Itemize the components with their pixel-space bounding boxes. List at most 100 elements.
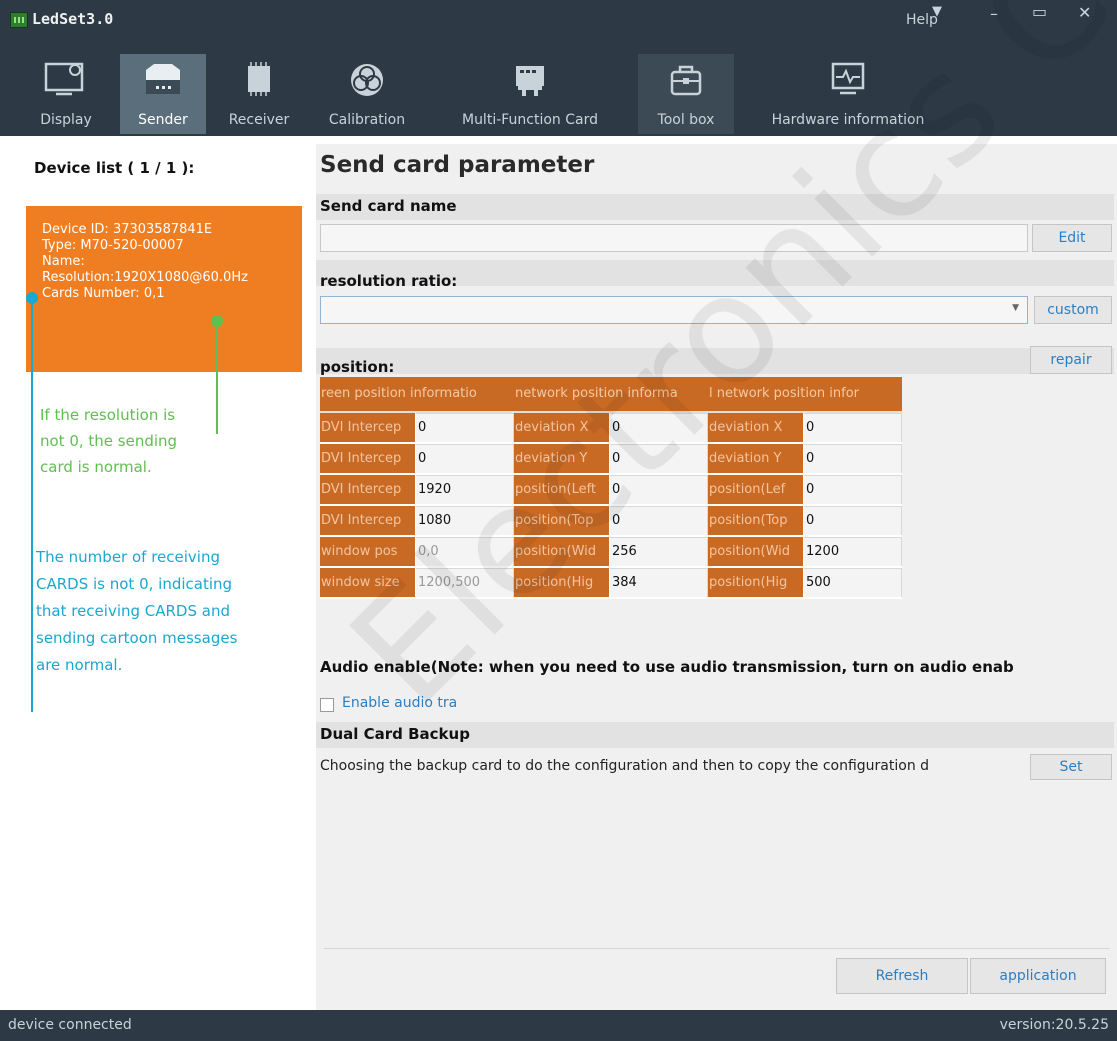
send-card-name-section: Send card name [316, 194, 1114, 220]
position-value-input[interactable]: 0 [804, 475, 902, 504]
position-value-input[interactable]: 256 [610, 537, 708, 566]
set-button[interactable]: Set [1030, 754, 1112, 780]
application-button[interactable]: application [970, 958, 1106, 994]
close-button[interactable]: ✕ [1078, 3, 1091, 22]
position-key: deviation Y [514, 444, 610, 473]
tab-tool-box-label: Tool box [657, 112, 715, 128]
position-value-input[interactable]: 0 [804, 506, 902, 535]
tab-receiver[interactable]: Receiver [222, 54, 296, 134]
position-row: deviation Y0 [514, 444, 708, 475]
tab-display[interactable]: Display [30, 54, 102, 134]
status-bar: device connected version:20.5.25 [0, 1010, 1117, 1041]
position-column-screen: reen position informatio DVI Intercep 0 D… [320, 377, 514, 599]
tab-calibration-label: Calibration [328, 112, 406, 128]
position-row: deviation Y0 [708, 444, 902, 475]
help-dropdown-icon[interactable]: ▼ [932, 4, 942, 19]
dual-backup-section: Dual Card Backup [316, 722, 1114, 748]
annotation-resolution-note: If the resolution is not 0, the sending … [40, 402, 177, 480]
position-value-input[interactable]: 0 [610, 475, 708, 504]
position-value-input[interactable]: 1080 [416, 506, 514, 535]
annotation-dot-blue [26, 292, 38, 304]
chevron-down-icon: ▼ [1012, 303, 1019, 313]
annotation-green-line-1: If the resolution is [40, 406, 176, 424]
position-key: position(Top [708, 506, 804, 535]
repair-button[interactable]: repair [1030, 346, 1112, 374]
device-id: Device ID: 37303587841E [42, 222, 213, 237]
receiver-chip-icon [239, 60, 279, 104]
position-column-header: l network position infor [708, 377, 902, 413]
position-row: position(Left 0 [514, 475, 708, 506]
annotation-green-line-2: not 0, the sending [40, 432, 178, 450]
hardware-monitor-icon [828, 60, 868, 104]
position-row: position(Hig 384 [514, 568, 708, 599]
annotation-blue-line-5: are normal. [36, 656, 123, 674]
position-row: DVI Intercep 0 [320, 444, 514, 475]
position-value-input[interactable]: 384 [610, 568, 708, 597]
position-value-input[interactable]: 1200 [804, 537, 902, 566]
position-row: position(Wid 256 [514, 537, 708, 568]
position-column-network: network position informa deviation X0 de… [514, 377, 708, 599]
position-section: position: [316, 348, 1114, 376]
tab-hardware-information[interactable]: Hardware information [756, 54, 940, 134]
position-value-input[interactable]: 500 [804, 568, 902, 597]
position-row: position(Top 0 [708, 506, 902, 537]
position-value-input[interactable]: 0 [610, 444, 708, 473]
edit-button[interactable]: Edit [1032, 224, 1112, 252]
toolbox-icon [666, 60, 706, 104]
position-key: DVI Intercep [320, 444, 416, 473]
position-value-input[interactable]: 0 [804, 413, 902, 442]
tab-multi-function-card[interactable]: Multi-Function Card [446, 54, 614, 134]
annotation-cards-note: The number of receiving CARDS is not 0, … [36, 544, 237, 679]
page-title: Send card parameter [320, 152, 595, 178]
send-card-name-input[interactable] [320, 224, 1028, 252]
multifunction-card-icon [510, 60, 550, 104]
annotation-line-green [216, 321, 218, 434]
tab-sender[interactable]: Sender [120, 54, 206, 134]
position-column-header: reen position informatio [320, 377, 514, 413]
position-value-readonly: 0,0 [416, 537, 514, 566]
enable-audio-label[interactable]: Enable audio tra [342, 695, 457, 711]
device-resolution: Resolution:1920X1080@60.0Hz [42, 270, 248, 285]
tab-multi-function-card-label: Multi-Function Card [461, 112, 599, 128]
device-name: Name: [42, 254, 85, 269]
position-value-input[interactable]: 0 [610, 506, 708, 535]
dual-backup-description: Choosing the backup card to do the confi… [320, 758, 930, 774]
app-title: LedSet3.0 [32, 10, 114, 28]
refresh-button[interactable]: Refresh [836, 958, 968, 994]
position-key: position(Wid [514, 537, 610, 566]
calibration-rgb-icon [347, 60, 387, 104]
position-key: DVI Intercep [320, 475, 416, 504]
position-value-input[interactable]: 0 [610, 413, 708, 442]
position-key: position(Wid [708, 537, 804, 566]
minimize-button[interactable]: – [990, 4, 998, 23]
annotation-line-blue [31, 298, 33, 712]
tab-tool-box[interactable]: Tool box [638, 54, 734, 134]
position-key: window size [320, 568, 416, 597]
tab-hardware-information-label: Hardware information [771, 112, 925, 128]
tab-sender-label: Sender [138, 112, 188, 128]
position-value-input[interactable]: 0 [416, 413, 514, 442]
device-cards-number: Cards Number: 0,1 [42, 286, 165, 301]
position-key: deviation Y [708, 444, 804, 473]
position-key: deviation X [514, 413, 610, 442]
position-value-readonly: 1200,500 [416, 568, 514, 597]
tab-calibration[interactable]: Calibration [318, 54, 416, 134]
enable-audio-checkbox[interactable] [320, 698, 334, 712]
maximize-button[interactable]: ▭ [1032, 2, 1047, 21]
position-label: position: [320, 358, 395, 376]
app-logo-icon [10, 12, 28, 28]
custom-button[interactable]: custom [1034, 296, 1112, 324]
position-column-backup-network: l network position infor deviation X0 de… [708, 377, 902, 599]
position-row: window size 1200,500 [320, 568, 514, 599]
position-row: deviation X0 [514, 413, 708, 444]
position-row: deviation X0 [708, 413, 902, 444]
connection-status: device connected [8, 1017, 132, 1033]
position-value-input[interactable]: 0 [416, 444, 514, 473]
position-row: window pos 0,0 [320, 537, 514, 568]
position-value-input[interactable]: 0 [804, 444, 902, 473]
position-row: position(Hig 500 [708, 568, 902, 599]
device-card[interactable]: Device ID: 37303587841E Type: M70-520-00… [26, 206, 302, 372]
position-value-input[interactable]: 1920 [416, 475, 514, 504]
resolution-select[interactable]: ▼ [320, 296, 1028, 324]
main-toolbar: Display Sender Receiver Calibration Mult… [0, 40, 1117, 136]
